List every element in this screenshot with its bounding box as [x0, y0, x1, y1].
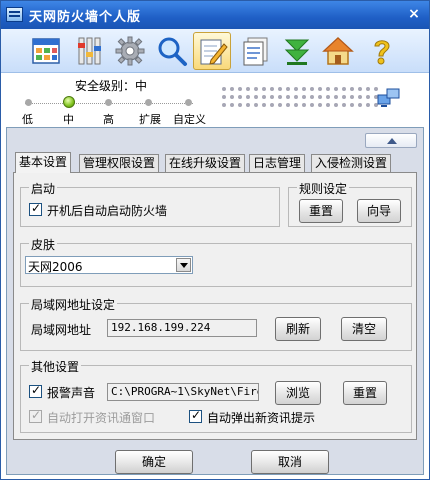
tab-log-management[interactable]: 日志管理 — [249, 154, 306, 172]
main-toolbar — [1, 29, 429, 73]
ip-rules-icon — [78, 37, 101, 65]
cancel-button[interactable]: 取消 — [251, 450, 329, 474]
app-rules-icon — [32, 38, 60, 64]
alarm-sound-checkbox[interactable] — [29, 383, 42, 398]
collapse-panel-button[interactable] — [365, 133, 417, 148]
other-settings-group: 其他设置 报警声音 C:\PROGRA~1\SkyNet\Firewa 浏览 重… — [20, 358, 412, 433]
app-logo-icon — [6, 7, 23, 22]
skin-selected-value: 天网2006 — [28, 260, 83, 274]
lan-group-title: 局域网地址设定 — [29, 296, 118, 313]
title-bar[interactable]: 天网防火墙个人版 × — [1, 1, 429, 29]
alarm-sound-label[interactable]: 报警声音 — [47, 384, 95, 401]
chevron-down-icon[interactable] — [176, 258, 191, 272]
auto-popup-news-label[interactable]: 自动弹出新资讯提示 — [207, 409, 315, 426]
rules-reset-button[interactable]: 重置 — [299, 199, 343, 223]
ip-rules-button[interactable] — [71, 32, 109, 70]
settings-panel: 基本设置 管理权限设置 在线升级设置 日志管理 入侵检测设置 启动 开机后自动启… — [6, 127, 424, 475]
network-activity-dots — [222, 103, 382, 107]
connection-search-button[interactable] — [153, 32, 191, 70]
lan-address-label: 局域网地址 — [31, 323, 92, 337]
alarm-sound-path-input[interactable]: C:\PROGRA~1\SkyNet\Firewa — [107, 383, 259, 401]
level-custom-dot[interactable] — [185, 99, 192, 106]
window-title: 天网防火墙个人版 — [29, 10, 142, 25]
security-level-label: 安全级别：中 — [75, 79, 148, 93]
level-high-label[interactable]: 高 — [103, 111, 114, 127]
firewall-settings-window: 天网防火墙个人版 × 安全级别：中 低 中 高 扩展 自定义 基本设置 管理权限… — [0, 0, 430, 480]
network-activity-dots — [222, 95, 382, 99]
rules-group: 规则设定 重置 向导 — [288, 180, 412, 227]
level-custom-label[interactable]: 自定义 — [173, 111, 206, 127]
download-icon — [284, 39, 310, 65]
tab-intrusion-detection[interactable]: 入侵检测设置 — [311, 154, 392, 172]
other-settings-group-title: 其他设置 — [29, 358, 82, 375]
level-low-label[interactable]: 低 — [22, 111, 33, 127]
settings-gear-icon — [115, 36, 145, 66]
online-update-button[interactable] — [278, 32, 316, 70]
autostart-checkbox[interactable] — [29, 201, 42, 216]
notepad-pencil-icon — [200, 39, 228, 65]
search-icon — [158, 37, 187, 66]
auto-open-news-label: 自动打开资讯通窗口 — [47, 411, 156, 425]
skin-group: 皮肤 天网2006 — [20, 236, 412, 287]
security-level-area: 安全级别：中 低 中 高 扩展 自定义 — [1, 73, 429, 127]
auto-popup-news-checkbox[interactable] — [189, 408, 202, 423]
tab-online-update[interactable]: 在线升级设置 — [165, 154, 246, 172]
startup-group: 启动 开机后自动启动防火墙 — [20, 180, 280, 227]
log-document-icon — [243, 37, 268, 66]
level-low-dot[interactable] — [25, 99, 32, 106]
lan-address-input[interactable]: 192.168.199.224 — [107, 319, 257, 337]
level-high-dot[interactable] — [105, 99, 112, 106]
autostart-label[interactable]: 开机后自动启动防火墙 — [47, 202, 167, 219]
level-extended-label[interactable]: 扩展 — [139, 111, 161, 127]
tab-basic-settings[interactable]: 基本设置 — [15, 152, 72, 173]
lan-refresh-button[interactable]: 刷新 — [275, 317, 321, 341]
rules-group-title: 规则设定 — [297, 180, 350, 197]
level-medium-dot[interactable] — [63, 96, 75, 108]
level-medium-label[interactable]: 中 — [63, 111, 74, 127]
network-status-icon[interactable] — [377, 87, 401, 109]
auto-open-news-checkbox — [29, 408, 42, 423]
rules-wizard-button[interactable]: 向导 — [357, 199, 401, 223]
basic-settings-button[interactable] — [193, 32, 231, 70]
skin-select[interactable]: 天网2006 — [25, 256, 193, 274]
home-button[interactable] — [319, 32, 357, 70]
tab-admin-permissions[interactable]: 管理权限设置 — [79, 154, 160, 172]
alarm-reset-button[interactable]: 重置 — [343, 381, 387, 405]
app-rules-button[interactable] — [27, 32, 65, 70]
system-settings-button[interactable] — [111, 32, 149, 70]
ok-button[interactable]: 确定 — [115, 450, 193, 474]
skin-group-title: 皮肤 — [29, 236, 58, 253]
close-button[interactable]: × — [405, 6, 423, 23]
basic-settings-content: 启动 开机后自动启动防火墙 规则设定 重置 向导 皮肤 天网2006 局域网 — [13, 172, 417, 440]
log-view-button[interactable] — [237, 32, 275, 70]
lan-group: 局域网地址设定 局域网地址 192.168.199.224 刷新 清空 — [20, 296, 412, 351]
help-question-icon — [374, 40, 390, 65]
home-icon — [322, 36, 354, 65]
help-button[interactable] — [363, 32, 401, 70]
lan-clear-button[interactable]: 清空 — [341, 317, 387, 341]
network-activity-dots — [222, 87, 382, 91]
browse-button[interactable]: 浏览 — [275, 381, 321, 405]
startup-group-title: 启动 — [29, 180, 58, 197]
level-extended-dot[interactable] — [145, 99, 152, 106]
